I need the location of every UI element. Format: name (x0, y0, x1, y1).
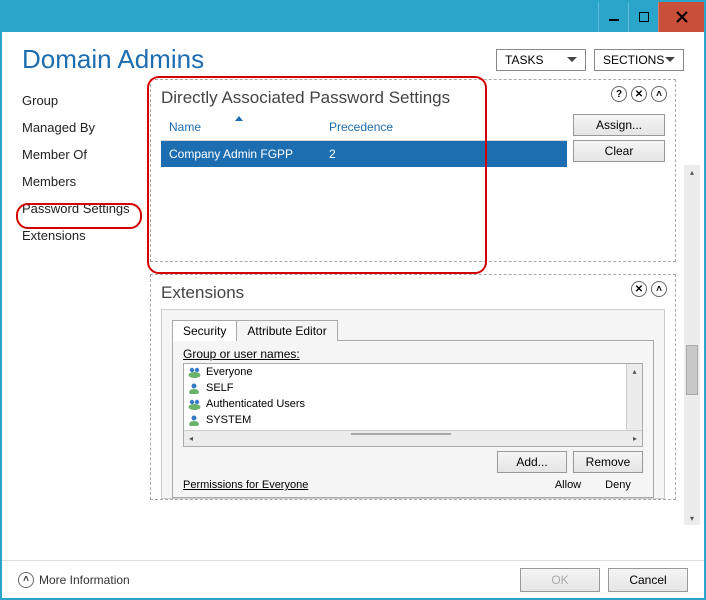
list-item[interactable]: SYSTEM (184, 412, 642, 428)
table-row[interactable]: Company Admin FGPP 2 (161, 141, 567, 167)
tab-attribute-editor[interactable]: Attribute Editor (236, 320, 337, 341)
password-settings-table: Name Precedence Company Admin FGPP 2 (161, 114, 567, 251)
sidebar-item-extensions[interactable]: Extensions (18, 222, 150, 249)
column-precedence[interactable]: Precedence (321, 114, 401, 140)
cell-name: Company Admin FGPP (161, 141, 321, 167)
scroll-down-icon[interactable]: ▾ (684, 511, 700, 525)
close-button[interactable] (658, 2, 704, 32)
minimize-button[interactable] (598, 2, 628, 32)
section-collapse-button[interactable]: ˄ (651, 86, 667, 102)
page-title: Domain Admins (22, 44, 204, 75)
chevron-down-icon (665, 57, 675, 62)
section-close-button[interactable]: ✕ (631, 86, 647, 102)
section-close-button[interactable]: ✕ (631, 281, 647, 297)
scroll-up-icon[interactable]: ▴ (684, 165, 700, 179)
allow-column: Allow (543, 479, 593, 491)
scroll-thumb[interactable] (351, 433, 451, 435)
cell-precedence: 2 (321, 141, 344, 167)
chevron-down-icon (567, 57, 577, 62)
group-icon (188, 366, 202, 378)
sidebar-item-managed-by[interactable]: Managed By (18, 114, 150, 141)
list-item[interactable]: SELF (184, 380, 642, 396)
sidebar-item-member-of[interactable]: Member Of (18, 141, 150, 168)
horizontal-scrollbar[interactable]: ◂▸ (184, 430, 642, 446)
group-icon (188, 398, 202, 410)
principals-listbox[interactable]: Everyone SELF Authenticated Users SYSTEM… (183, 363, 643, 447)
header: Domain Admins TASKS SECTIONS (2, 32, 704, 79)
scroll-thumb[interactable] (686, 345, 698, 395)
tab-security[interactable]: Security (172, 320, 237, 341)
scroll-left-icon[interactable]: ◂ (184, 431, 198, 446)
group-names-label: Group or user names: (183, 347, 643, 361)
help-button[interactable]: ? (611, 86, 627, 102)
maximize-button[interactable] (628, 2, 658, 32)
tasks-dropdown[interactable]: TASKS (496, 49, 586, 71)
permissions-label: Permissions for Everyone (183, 479, 543, 491)
section-collapse-button[interactable]: ˄ (651, 281, 667, 297)
user-icon (188, 414, 202, 426)
scroll-up-icon[interactable]: ▴ (627, 364, 642, 378)
chevron-up-icon: ˄ (18, 572, 34, 588)
more-information-link[interactable]: ˄ More Information (18, 572, 130, 588)
sidebar: Group Managed By Member Of Members Passw… (2, 79, 150, 569)
password-settings-section: Directly Associated Password Settings ? … (150, 79, 676, 262)
clear-button[interactable]: Clear (573, 140, 665, 162)
sections-dropdown[interactable]: SECTIONS (594, 49, 684, 71)
list-item[interactable]: Everyone (184, 364, 642, 380)
title-bar (2, 2, 704, 32)
sections-label: SECTIONS (603, 53, 664, 67)
sidebar-item-password-settings[interactable]: Password Settings (18, 195, 150, 222)
user-icon (188, 382, 202, 394)
section-title: Extensions (161, 283, 665, 303)
vertical-scrollbar[interactable]: ▴ (626, 364, 642, 430)
add-button[interactable]: Add... (497, 451, 567, 473)
scroll-right-icon[interactable]: ▸ (628, 431, 642, 446)
cancel-button[interactable]: Cancel (608, 568, 688, 592)
remove-button[interactable]: Remove (573, 451, 643, 473)
security-tab-pane: Group or user names: Everyone SELF Authe… (172, 340, 654, 498)
sidebar-item-members[interactable]: Members (18, 168, 150, 195)
tasks-label: TASKS (505, 53, 543, 67)
sidebar-item-group[interactable]: Group (18, 87, 150, 114)
assign-button[interactable]: Assign... (573, 114, 665, 136)
sort-ascending-icon (235, 116, 243, 121)
list-item[interactable]: Authenticated Users (184, 396, 642, 412)
column-name[interactable]: Name (161, 114, 321, 140)
deny-column: Deny (593, 479, 643, 491)
section-title: Directly Associated Password Settings (161, 88, 665, 108)
footer: ˄ More Information OK Cancel (2, 560, 704, 598)
extensions-section: Extensions ✕ ˄ Security Attribute Editor… (150, 274, 676, 500)
ok-button[interactable]: OK (520, 568, 600, 592)
content-scrollbar[interactable]: ▴ ▾ (684, 165, 700, 525)
